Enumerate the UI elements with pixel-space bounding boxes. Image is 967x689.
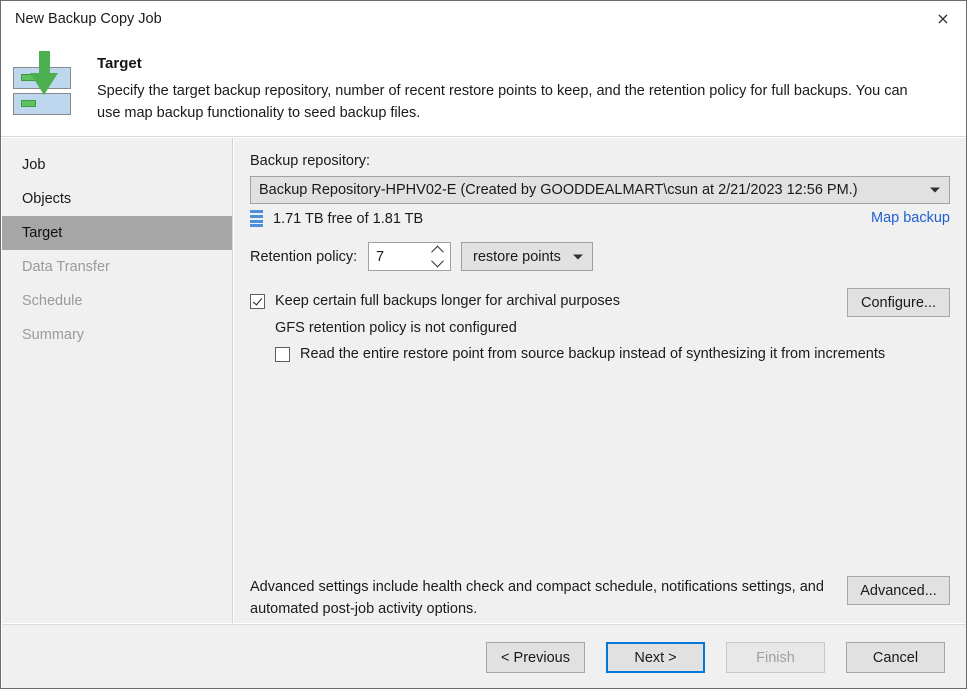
gfs-retention-note: GFS retention policy is not configured xyxy=(275,320,517,336)
close-icon[interactable]: × xyxy=(920,1,966,37)
sidebar-item-label: Summary xyxy=(22,327,84,343)
backup-target-icon xyxy=(13,51,73,113)
sidebar-item-label: Objects xyxy=(22,191,71,207)
repository-free-space: 1.71 TB free of 1.81 TB xyxy=(250,210,423,227)
advanced-settings-description: Advanced settings include health check a… xyxy=(250,576,830,621)
retention-unit-value: restore points xyxy=(462,249,561,265)
retention-unit-select[interactable]: restore points xyxy=(461,242,593,271)
read-entire-restore-point-checkbox-row[interactable]: Read the entire restore point from sourc… xyxy=(275,346,885,362)
previous-button[interactable]: < Previous xyxy=(486,642,585,673)
stepper-buttons xyxy=(430,245,444,268)
next-button[interactable]: Next > xyxy=(606,642,705,673)
chevron-down-icon xyxy=(930,188,940,193)
close-glyph: × xyxy=(936,11,949,27)
repository-free-space-text: 1.71 TB free of 1.81 TB xyxy=(273,211,423,227)
sidebar-item-job[interactable]: Job xyxy=(2,148,232,182)
window-title: New Backup Copy Job xyxy=(15,12,162,27)
arrow-head xyxy=(30,73,58,95)
wizard-footer: < Previous Next > Finish Cancel xyxy=(2,624,967,689)
wizard-header: Target Specify the target backup reposit… xyxy=(1,37,966,137)
sidebar-item-schedule: Schedule xyxy=(2,284,232,318)
sidebar-item-data-transfer: Data Transfer xyxy=(2,250,232,284)
advanced-button[interactable]: Advanced... xyxy=(847,576,950,605)
map-backup-link[interactable]: Map backup xyxy=(871,210,950,226)
keep-full-backups-checkbox[interactable] xyxy=(250,294,265,309)
finish-button: Finish xyxy=(726,642,825,673)
retention-policy-label: Retention policy: xyxy=(250,249,357,265)
new-backup-copy-job-window: New Backup Copy Job × Target Specify the… xyxy=(0,0,967,689)
sidebar-item-label: Target xyxy=(22,225,62,241)
download-arrow-icon xyxy=(30,51,58,95)
backup-repository-value: Backup Repository-HPHV02-E (Created by G… xyxy=(251,182,858,198)
backup-repository-select[interactable]: Backup Repository-HPHV02-E (Created by G… xyxy=(250,176,950,204)
sidebar-item-label: Job xyxy=(22,157,45,173)
sidebar-item-objects[interactable]: Objects xyxy=(2,182,232,216)
sidebar-item-summary: Summary xyxy=(2,318,232,352)
stepper-down-icon[interactable] xyxy=(430,257,444,268)
read-entire-restore-point-checkbox[interactable] xyxy=(275,347,290,362)
disk-stack-icon xyxy=(250,210,263,227)
sidebar-item-label: Data Transfer xyxy=(22,259,110,275)
title-bar: New Backup Copy Job × xyxy=(1,1,966,37)
page-description: Specify the target backup repository, nu… xyxy=(97,81,927,125)
keep-full-backups-checkbox-row[interactable]: Keep certain full backups longer for arc… xyxy=(250,293,620,309)
arrow-stem xyxy=(39,51,50,75)
backup-repository-label: Backup repository: xyxy=(250,153,370,169)
target-settings-panel: Backup repository: Backup Repository-HPH… xyxy=(234,138,966,623)
footer-button-group: < Previous Next > Finish Cancel xyxy=(486,642,945,673)
read-entire-restore-point-label: Read the entire restore point from sourc… xyxy=(300,346,885,362)
page-title: Target xyxy=(97,55,142,72)
wizard-steps-sidebar: Job Objects Target Data Transfer Schedul… xyxy=(2,138,233,623)
retention-policy-stepper[interactable] xyxy=(368,242,451,271)
sidebar-item-label: Schedule xyxy=(22,293,82,309)
cancel-button[interactable]: Cancel xyxy=(846,642,945,673)
chevron-down-icon xyxy=(573,254,583,259)
retention-policy-input[interactable] xyxy=(369,248,428,266)
configure-button[interactable]: Configure... xyxy=(847,288,950,317)
server-bar-bottom xyxy=(13,93,71,115)
server-led-bottom xyxy=(21,100,36,107)
sidebar-item-target[interactable]: Target xyxy=(2,216,232,250)
keep-full-backups-label: Keep certain full backups longer for arc… xyxy=(275,293,620,309)
